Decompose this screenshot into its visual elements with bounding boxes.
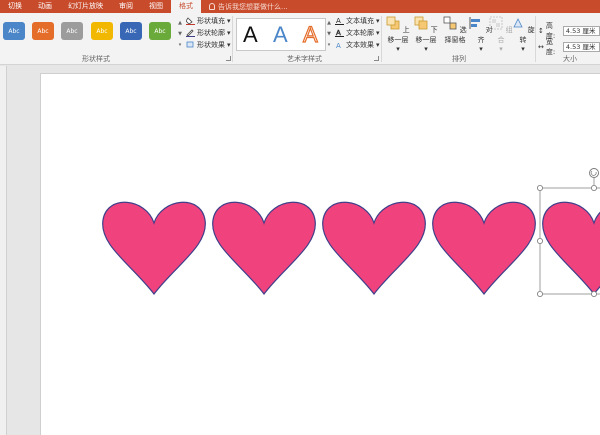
- heart-shape[interactable]: [542, 201, 600, 295]
- resize-handle[interactable]: [591, 290, 598, 297]
- heart-shape[interactable]: [322, 201, 426, 295]
- resize-handle[interactable]: [537, 290, 544, 297]
- heart-shape[interactable]: [212, 201, 316, 295]
- powerpoint-window: 切换 动画 幻灯片放映 审阅 视图 格式 告诉我您想要做什么... Abc Ab…: [0, 0, 600, 435]
- resize-handle[interactable]: [591, 184, 598, 191]
- resize-handle[interactable]: [537, 237, 544, 244]
- heart-shape[interactable]: [432, 201, 536, 295]
- heart-shape[interactable]: [102, 201, 206, 295]
- slide-shapes-layer: [102, 168, 600, 297]
- resize-handle[interactable]: [537, 184, 544, 191]
